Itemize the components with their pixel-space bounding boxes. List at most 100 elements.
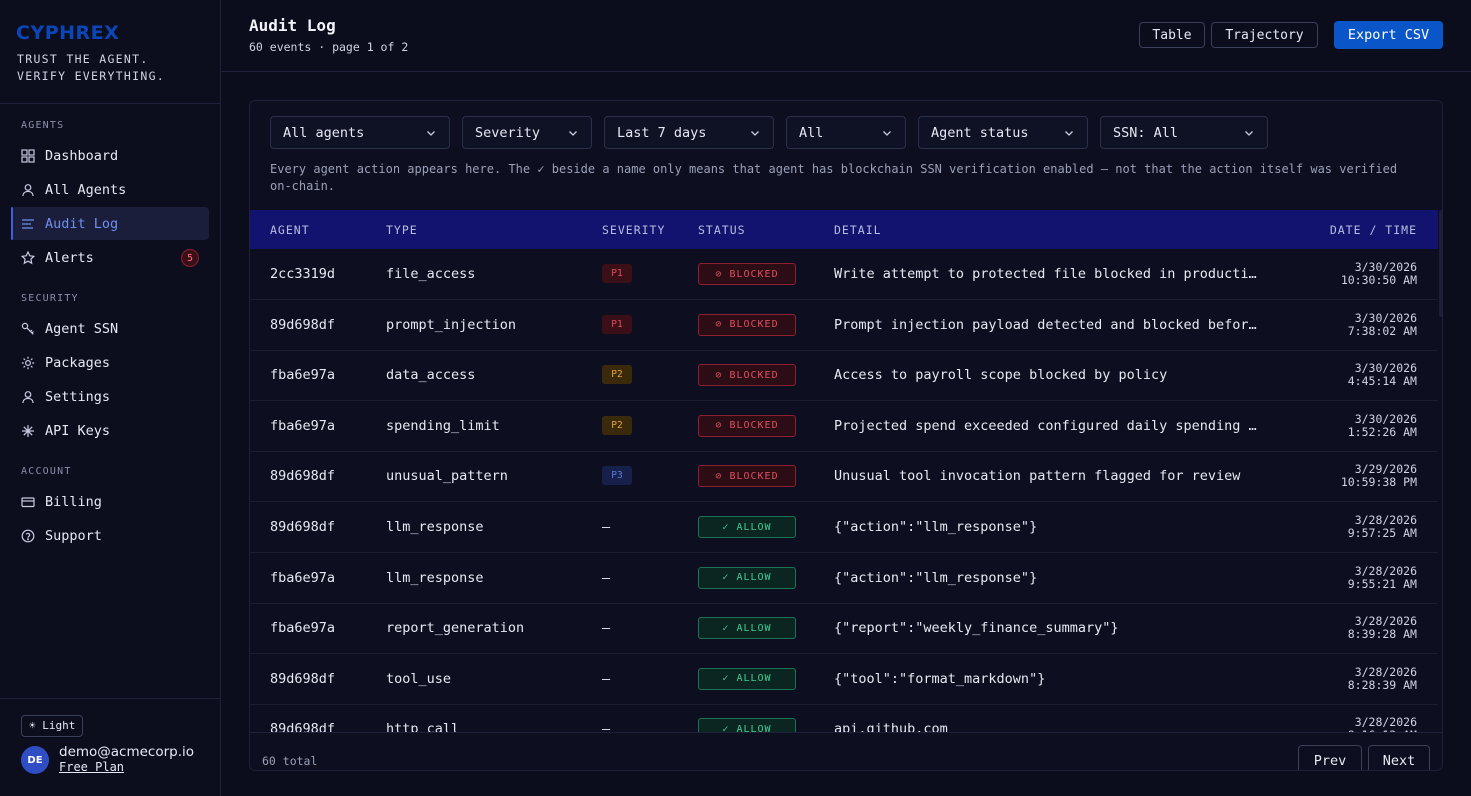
severity-empty: — xyxy=(602,670,611,687)
sidebar-item-settings[interactable]: Settings xyxy=(11,380,209,413)
severity-empty: — xyxy=(602,569,611,586)
severity-cell: P2 xyxy=(602,415,632,435)
logo[interactable]: CYPHREX xyxy=(16,22,204,44)
user-icon xyxy=(21,390,35,404)
agent-id[interactable]: 89d698df xyxy=(270,519,335,535)
status-badge: ⊘ BLOCKED xyxy=(698,465,796,488)
sidebar-item-support[interactable]: Support xyxy=(11,519,209,552)
theme-toggle-button[interactable]: ☀ Light xyxy=(21,715,84,737)
select-value: Last 7 days xyxy=(617,124,707,141)
table-row[interactable]: 89d698df prompt_injection P1 ⊘ BLOCKED Promp… xyxy=(250,300,1438,351)
column-header-datetime[interactable]: DATE / TIME xyxy=(1330,223,1417,237)
agent-id[interactable]: 89d698df xyxy=(270,317,335,333)
export-csv-button[interactable]: Export CSV xyxy=(1334,21,1443,49)
table-row[interactable]: fba6e97a spending_limit P2 ⊘ BLOCKED Project… xyxy=(250,401,1438,452)
chevron-down-icon xyxy=(427,131,435,136)
chevron-down-icon xyxy=(1245,131,1253,136)
event-type: http_call xyxy=(386,721,460,732)
sidebar-item-label: Audit Log xyxy=(45,215,119,232)
table-row[interactable]: 89d698df tool_use — ✓ ALLOW {"tool":"format_… xyxy=(250,654,1438,705)
event-type: llm_response xyxy=(386,569,484,586)
agent-id[interactable]: 2cc3319d xyxy=(270,266,335,282)
sidebar-item-dashboard[interactable]: Dashboard xyxy=(11,139,209,172)
column-header-severity[interactable]: SEVERITY xyxy=(602,223,665,237)
event-date: 3/28/2026 xyxy=(1354,563,1417,578)
severity-empty: — xyxy=(602,519,611,535)
event-datetime: 3/28/2026 8:39:28 AM xyxy=(1348,615,1417,641)
agent-id[interactable]: fba6e97a xyxy=(270,367,335,383)
sidebar-item-label: Packages xyxy=(45,354,111,371)
sidebar-item-alerts[interactable]: Alerts 5 xyxy=(11,241,209,274)
status-cell: ✓ ALLOW xyxy=(698,566,796,589)
event-time: 8:28:39 AM xyxy=(1347,677,1417,692)
table-row[interactable]: fba6e97a data_access P2 ⊘ BLOCKED Access to … xyxy=(250,350,1438,402)
table-row[interactable]: 89d698df unusual_pattern P3 ⊘ BLOCKED Unusua… xyxy=(250,451,1438,503)
event-datetime: 3/28/2026 8:28:39 AM xyxy=(1347,664,1417,692)
agent-id[interactable]: fba6e97a xyxy=(270,570,335,586)
column-header-agent[interactable]: AGENT xyxy=(270,223,310,237)
event-datetime: 3/28/2026 9:55:21 AM xyxy=(1348,563,1417,591)
event-detail: Projected spend exceeded configured dail… xyxy=(834,417,1262,434)
event-type: prompt_injection xyxy=(386,316,517,333)
table-scrollbar[interactable] xyxy=(1438,210,1442,732)
sidebar-item-billing[interactable]: Billing xyxy=(11,485,209,518)
table-row[interactable]: fba6e97a llm_response — ✓ ALLOW {"action":"l… xyxy=(250,553,1438,604)
agent-id[interactable]: 89d698df xyxy=(270,671,335,687)
event-type: data_access xyxy=(386,367,476,384)
table-row[interactable]: fba6e97a report_generation — ✓ ALLOW {"repor… xyxy=(250,603,1438,655)
sidebar: CYPHREX TRUST THE AGENT. VERIFY EVERYTHI… xyxy=(0,0,221,796)
nav-section-account: ACCOUNT Billing Support xyxy=(0,466,220,552)
event-date: 3/28/2026 xyxy=(1354,664,1417,679)
column-header-status[interactable]: STATUS xyxy=(698,223,746,237)
sidebar-item-audit-log[interactable]: Audit Log xyxy=(11,207,209,240)
sidebar-item-packages[interactable]: Packages xyxy=(11,346,209,379)
table-row[interactable]: 89d698df llm_response — ✓ ALLOW {"action":"l… xyxy=(250,502,1438,553)
sidebar-item-agent-ssn[interactable]: Agent SSN xyxy=(11,312,209,345)
agent-id[interactable]: fba6e97a xyxy=(270,620,335,636)
event-detail: {"action":"llm_response"} xyxy=(834,569,1038,586)
agent-id[interactable]: 89d698df xyxy=(270,721,335,732)
next-page-button[interactable]: Next xyxy=(1368,745,1430,770)
view-trajectory-button[interactable]: Trajectory xyxy=(1211,22,1318,48)
sidebar-item-api-keys[interactable]: API Keys xyxy=(11,414,209,447)
agent-filter-select[interactable]: All agents xyxy=(270,116,450,149)
status-badge: ✓ ALLOW xyxy=(698,718,796,732)
column-header-type[interactable]: TYPE xyxy=(386,223,418,237)
severity-empty: — xyxy=(602,721,611,732)
event-datetime: 3/30/2026 10:30:50 AM xyxy=(1341,261,1417,287)
ssn-filter-select[interactable]: SSN: All xyxy=(1100,116,1268,149)
status-cell: ✓ ALLOW xyxy=(698,718,796,732)
table-footer: 60 total Prev Next xyxy=(250,732,1442,770)
date-range-select[interactable]: Last 7 days xyxy=(604,116,774,149)
scrollbar-thumb[interactable] xyxy=(1439,210,1442,317)
status-filter-select[interactable]: All xyxy=(786,116,906,149)
sidebar-item-label: Settings xyxy=(45,388,111,405)
status-cell: ✓ ALLOW xyxy=(698,516,796,538)
table-row[interactable]: 89d698df http_call — ✓ ALLOW api.github.com 3… xyxy=(250,704,1438,732)
agent-status-select[interactable]: Agent status xyxy=(918,116,1088,149)
nav-section-title: ACCOUNT xyxy=(21,466,72,477)
plan-link[interactable]: Free Plan xyxy=(59,760,194,775)
sidebar-item-all-agents[interactable]: All Agents xyxy=(11,173,209,206)
agent-id[interactable]: 89d698df xyxy=(270,468,335,484)
severity-cell: P2 xyxy=(602,365,632,385)
status-cell: ⊘ BLOCKED xyxy=(698,465,796,488)
event-datetime: 3/30/2026 4:45:14 AM xyxy=(1348,362,1417,388)
column-header-detail[interactable]: DETAIL xyxy=(834,223,882,237)
severity-filter-select[interactable]: Severity xyxy=(462,116,592,149)
prev-page-button[interactable]: Prev xyxy=(1298,745,1362,770)
tagline: TRUST THE AGENT. VERIFY EVERYTHING. xyxy=(16,51,204,85)
table-row[interactable]: 2cc3319d file_access P1 ⊘ BLOCKED Write atte… xyxy=(250,249,1438,300)
status-cell: ⊘ BLOCKED xyxy=(698,364,796,387)
status-badge: ✓ ALLOW xyxy=(698,667,796,690)
sidebar-item-label: Support xyxy=(45,527,102,544)
severity-cell: P3 xyxy=(602,466,632,486)
avatar[interactable]: DE xyxy=(21,746,49,774)
sidebar-footer: ☀ Light DE demo@acmecorp.io Free Plan xyxy=(0,698,220,796)
event-datetime: 3/29/2026 10:59:38 PM xyxy=(1341,463,1417,489)
view-table-button[interactable]: Table xyxy=(1139,22,1205,48)
status-badge: ⊘ BLOCKED xyxy=(698,313,796,336)
status-badge: ⊘ BLOCKED xyxy=(698,364,796,387)
agent-id[interactable]: fba6e97a xyxy=(270,418,335,434)
user-profile: DE demo@acmecorp.io Free Plan xyxy=(21,745,199,775)
